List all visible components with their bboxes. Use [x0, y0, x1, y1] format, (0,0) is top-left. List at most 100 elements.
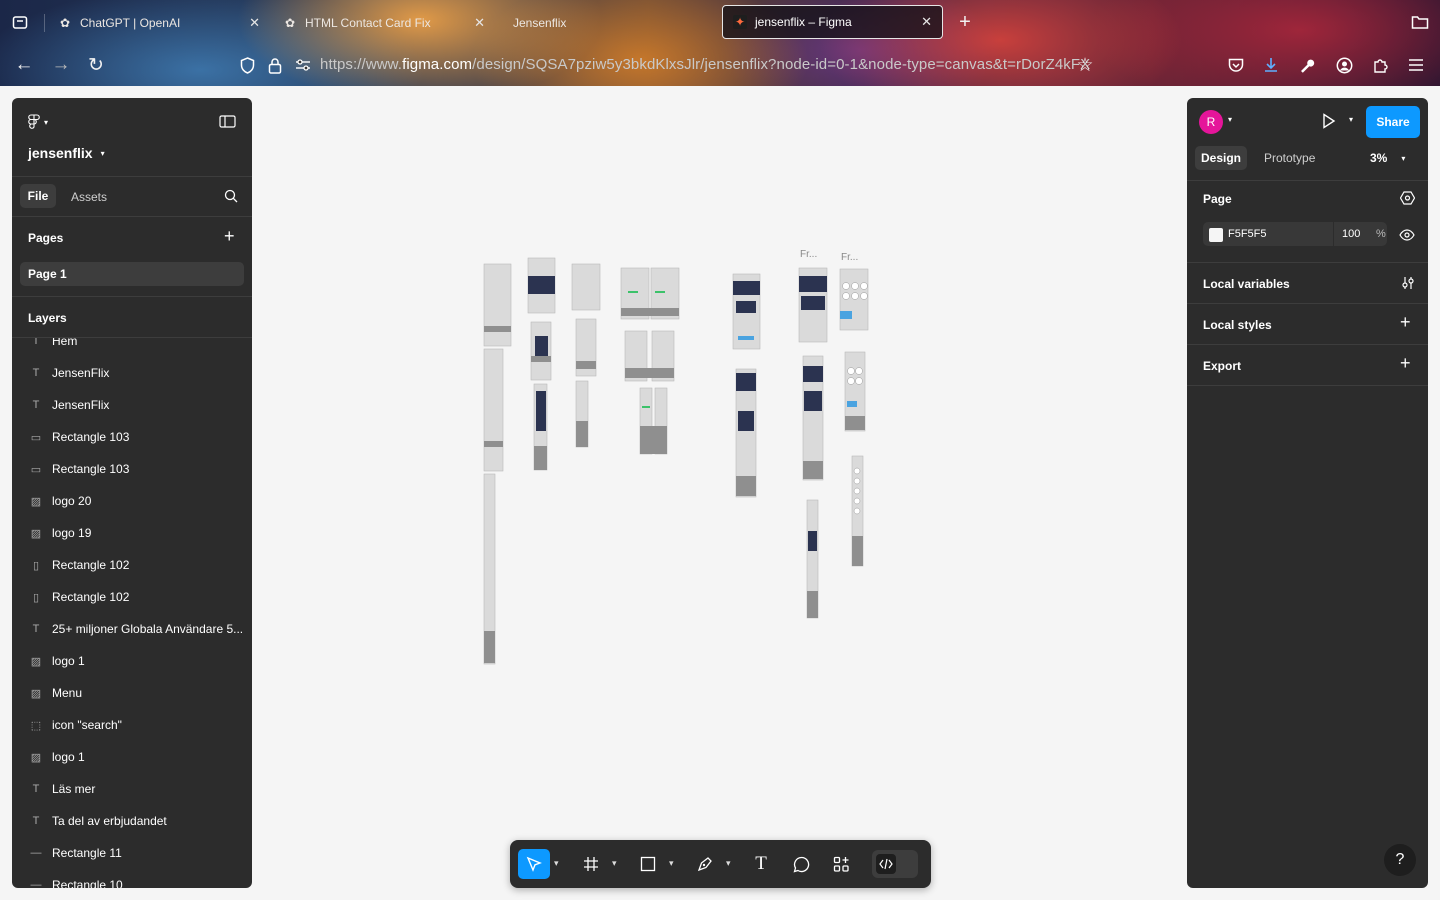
close-icon[interactable]: ✕ — [474, 15, 485, 31]
layer-row[interactable]: ▨ logo 1 — [12, 741, 252, 773]
reload-icon[interactable]: ↻ — [85, 54, 107, 76]
folder-icon[interactable] — [1409, 11, 1431, 33]
avatar-letter: R — [1206, 115, 1216, 129]
layer-label: Rectangle 102 — [52, 558, 130, 572]
tab-assets[interactable]: Assets — [71, 190, 107, 204]
shield-icon[interactable] — [236, 54, 258, 76]
layer-type-icon: ▨ — [30, 687, 42, 700]
pocket-icon[interactable] — [1225, 54, 1247, 76]
chevron-down-icon[interactable]: ▾ — [669, 858, 674, 869]
layer-type-icon: ▨ — [30, 527, 42, 540]
tab-design-label: Design — [1200, 151, 1241, 165]
layer-type-icon: ▭ — [30, 431, 42, 444]
new-tab-icon[interactable]: + — [954, 11, 976, 33]
site-permissions-icon[interactable] — [292, 54, 314, 76]
present-icon[interactable] — [1322, 113, 1336, 134]
layer-row[interactable]: T 25+ miljoner Globala Användare 5... — [12, 613, 252, 645]
close-icon[interactable]: ✕ — [921, 14, 932, 30]
layer-type-icon: T — [32, 783, 40, 795]
chevron-down-icon[interactable]: ▾ — [726, 858, 731, 869]
layer-row[interactable]: ▭ Rectangle 103 — [12, 421, 252, 453]
tab-figma[interactable]: ✦ jensenflix – Figma ✕ — [722, 5, 943, 39]
wrench-icon[interactable] — [1296, 54, 1318, 76]
page-item[interactable]: Page 1 — [20, 262, 244, 286]
layer-row[interactable]: ⬚ icon "search" — [12, 709, 252, 741]
tab-jensenflix[interactable]: Jensenflix — [495, 7, 717, 39]
actions-tool-icon[interactable] — [826, 849, 856, 879]
layer-row[interactable]: ▯ Rectangle 102 — [12, 581, 252, 613]
tab-chatgpt[interactable]: ✿ ChatGPT | OpenAI ✕ — [48, 7, 270, 39]
layer-label: logo 1 — [52, 750, 85, 764]
dev-mode-toggle[interactable] — [872, 850, 918, 878]
forward-icon[interactable]: → — [50, 54, 72, 76]
tab-contact-card[interactable]: ✿ HTML Contact Card Fix ✕ — [273, 7, 495, 39]
layer-row[interactable]: T Hem — [12, 338, 252, 357]
move-tool-icon[interactable] — [518, 849, 550, 879]
layer-row[interactable]: ▨ Menu — [12, 677, 252, 709]
comment-tool-icon[interactable] — [786, 849, 816, 879]
toggle-sidebar-icon[interactable] — [219, 115, 236, 133]
chevron-down-icon[interactable]: ▾ — [1349, 115, 1353, 124]
pen-tool-icon[interactable] — [690, 849, 720, 879]
tab-overview-icon[interactable] — [9, 11, 31, 33]
layer-row[interactable]: T Läs mer — [12, 773, 252, 805]
zoom-menu[interactable]: 3% ▾ — [1370, 151, 1405, 165]
figma-menu-icon[interactable]: ▾ — [28, 113, 58, 131]
layer-type-icon: ⬚ — [30, 719, 42, 732]
layer-row[interactable]: ▭ Rectangle 103 — [12, 453, 252, 485]
tab-prototype[interactable]: Prototype — [1264, 151, 1315, 165]
layer-label: Rectangle 103 — [52, 462, 130, 476]
local-variables-title[interactable]: Local variables — [1203, 277, 1290, 291]
layer-label: logo 20 — [52, 494, 92, 508]
color-swatch[interactable] — [1209, 228, 1223, 242]
close-icon[interactable]: ✕ — [249, 15, 260, 31]
layer-row[interactable]: ▨ logo 19 — [12, 517, 252, 549]
layer-row[interactable]: T JensenFlix — [12, 357, 252, 389]
menu-icon[interactable] — [1405, 54, 1427, 76]
page-background-field[interactable]: F5F5F5 100 % — [1203, 222, 1387, 246]
frame-label[interactable]: Fr... — [800, 249, 817, 260]
share-button[interactable]: Share — [1366, 106, 1420, 138]
frame-tool-icon[interactable] — [576, 849, 606, 879]
bg-hex-value[interactable]: F5F5F5 — [1228, 228, 1267, 240]
add-style-icon[interactable]: + — [1400, 312, 1411, 333]
layer-row[interactable]: ▨ logo 20 — [12, 485, 252, 517]
file-name-menu[interactable]: jensenflix ▾ — [28, 145, 105, 161]
right-sidebar: R ▾ ▾ Share Design Prototype 3% ▾ Page F… — [1187, 98, 1428, 888]
variables-icon[interactable] — [1401, 276, 1415, 295]
layer-row[interactable]: T JensenFlix — [12, 389, 252, 421]
opacity-value[interactable]: 100 — [1342, 228, 1360, 240]
bookmark-star-icon[interactable]: ☆ — [1074, 54, 1096, 76]
tab-file[interactable]: File — [20, 184, 56, 208]
chevron-down-icon[interactable]: ▾ — [612, 858, 617, 869]
layer-row[interactable]: T Ta del av erbjudandet — [12, 805, 252, 837]
back-icon[interactable]: ← — [13, 54, 35, 76]
tab-design[interactable]: Design — [1195, 146, 1247, 170]
layer-row[interactable]: ▯ Rectangle 102 — [12, 549, 252, 581]
layer-row[interactable]: ▨ logo 1 — [12, 645, 252, 677]
chevron-down-icon[interactable]: ▾ — [1228, 115, 1232, 124]
layer-label: Rectangle 10 — [52, 878, 123, 888]
download-icon[interactable] — [1260, 54, 1282, 76]
chevron-down-icon[interactable]: ▾ — [554, 858, 559, 869]
layer-row[interactable]: — Rectangle 10 — [12, 869, 252, 888]
layer-row[interactable]: — Rectangle 11 — [12, 837, 252, 869]
page-settings-icon[interactable] — [1399, 191, 1416, 210]
frame-label[interactable]: Fr... — [841, 252, 858, 263]
eye-icon[interactable] — [1399, 228, 1415, 246]
add-export-icon[interactable]: + — [1400, 353, 1411, 374]
avatar[interactable]: R — [1199, 110, 1223, 134]
account-icon[interactable] — [1333, 54, 1355, 76]
layers-list: T Hem T JensenFlix T JensenFlix ▭ Rectangle 103… — [12, 338, 252, 888]
extensions-icon[interactable] — [1369, 54, 1391, 76]
add-page-icon[interactable]: + — [224, 226, 235, 247]
help-button[interactable]: ? — [1384, 844, 1416, 876]
address-bar[interactable]: https://www.figma.com/design/SQSA7pziw5y… — [320, 56, 1090, 73]
share-label: Share — [1376, 115, 1410, 129]
opacity-unit: % — [1376, 228, 1386, 240]
text-tool-icon[interactable]: T — [746, 849, 776, 879]
layer-type-icon: T — [32, 367, 40, 379]
search-icon[interactable] — [224, 189, 238, 208]
lock-icon[interactable] — [264, 54, 286, 76]
rectangle-tool-icon[interactable] — [633, 849, 663, 879]
